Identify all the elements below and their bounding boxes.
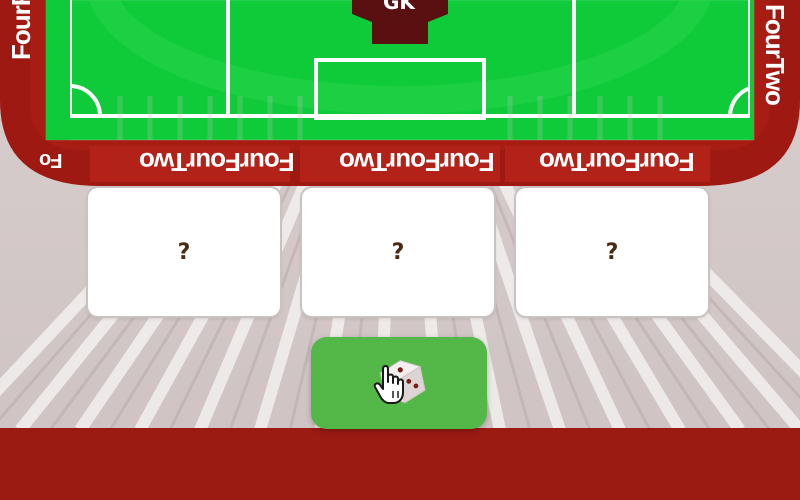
roll-dice-button[interactable] xyxy=(311,337,487,429)
sponsor-banner: FourFourTwo xyxy=(140,147,295,177)
sponsor-banner: FourFourTwo xyxy=(540,147,695,177)
sponsor-banner-left: FourFo xyxy=(6,0,36,60)
position-label: GK xyxy=(383,0,415,14)
hand-pointer-icon xyxy=(373,365,404,404)
stadium-front-band xyxy=(0,428,800,500)
sponsor-banner-right: FourTwo xyxy=(760,4,790,105)
sponsor-banner-edge: Fo xyxy=(40,149,63,171)
slot-value: ? xyxy=(177,239,191,265)
sponsor-banner: FourFourTwo xyxy=(340,147,495,177)
draw-slot-3[interactable]: ? xyxy=(516,188,708,316)
slot-value: ? xyxy=(605,239,619,265)
game-stage: GK FourFourTwo FourFourTwo FourFourTwo F… xyxy=(0,0,800,500)
slot-value: ? xyxy=(391,239,405,265)
draw-slot-1[interactable]: ? xyxy=(88,188,280,316)
draw-slot-2[interactable]: ? xyxy=(302,188,494,316)
